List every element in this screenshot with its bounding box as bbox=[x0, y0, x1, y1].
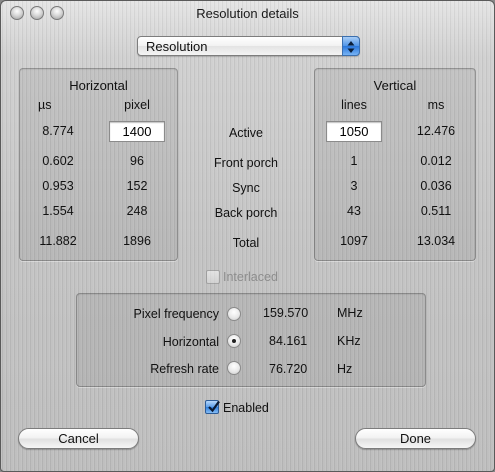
resolution-details-window: Resolution details Resolution Horizontal… bbox=[0, 0, 495, 472]
v-front-lines: 1 bbox=[350, 154, 358, 168]
row-label-front-porch: Front porch bbox=[214, 156, 278, 170]
pixel-frequency-radio[interactable] bbox=[227, 307, 241, 321]
refresh-rate-value: 76.720 bbox=[269, 362, 308, 376]
v-sync-ms: 0.036 bbox=[420, 179, 452, 193]
row-label-back-porch: Back porch bbox=[214, 206, 278, 220]
horizontal-frequency-radio[interactable] bbox=[227, 334, 241, 348]
h-front-us: 0.602 bbox=[42, 154, 74, 168]
enabled-label: Enabled bbox=[223, 401, 269, 415]
pixel-frequency-unit: MHz bbox=[337, 306, 363, 320]
horizontal-us-header: µs bbox=[38, 98, 52, 112]
pixel-frequency-label: Pixel frequency bbox=[133, 307, 219, 321]
vertical-lines-header: lines bbox=[341, 98, 367, 112]
vertical-title: Vertical bbox=[373, 78, 417, 93]
v-sync-lines: 3 bbox=[350, 179, 358, 193]
horizontal-frequency-label: Horizontal bbox=[162, 335, 219, 349]
horizontal-frequency-value: 84.161 bbox=[269, 334, 308, 348]
v-active-lines-field[interactable]: 1050 bbox=[326, 121, 382, 142]
done-button[interactable]: Done bbox=[355, 428, 476, 449]
v-back-lines: 43 bbox=[347, 204, 361, 218]
cancel-button[interactable]: Cancel bbox=[18, 428, 139, 449]
refresh-rate-radio[interactable] bbox=[227, 361, 241, 375]
checkmark-icon bbox=[208, 400, 220, 413]
interlaced-label: Interlaced bbox=[223, 270, 278, 284]
h-sync-us: 0.953 bbox=[42, 179, 74, 193]
h-front-pixel: 96 bbox=[130, 154, 144, 168]
refresh-rate-unit: Hz bbox=[337, 362, 353, 376]
h-total-pixel: 1896 bbox=[123, 234, 151, 248]
title-bar: Resolution details bbox=[1, 1, 494, 25]
h-active-us: 8.774 bbox=[42, 124, 74, 138]
interlaced-checkbox[interactable] bbox=[206, 270, 220, 284]
horizontal-frequency-unit: KHz bbox=[337, 334, 361, 348]
row-label-active: Active bbox=[228, 126, 264, 140]
vertical-ms-header: ms bbox=[427, 98, 445, 112]
horizontal-title: Horizontal bbox=[69, 78, 128, 93]
updown-arrows-icon bbox=[342, 36, 360, 56]
row-label-total: Total bbox=[232, 236, 260, 250]
window-title: Resolution details bbox=[196, 6, 299, 21]
enabled-checkbox[interactable] bbox=[205, 400, 220, 414]
h-total-us: 11.882 bbox=[39, 234, 77, 248]
resolution-popup-button[interactable]: Resolution bbox=[137, 36, 360, 56]
popup-selected-value: Resolution bbox=[146, 39, 208, 54]
v-total-lines: 1097 bbox=[340, 234, 368, 248]
v-active-ms: 12.476 bbox=[416, 124, 456, 138]
horizontal-pixel-header: pixel bbox=[124, 98, 150, 112]
h-sync-pixel: 152 bbox=[126, 179, 148, 193]
v-back-ms: 0.511 bbox=[420, 204, 452, 218]
row-label-sync: Sync bbox=[232, 181, 260, 195]
h-back-us: 1.554 bbox=[42, 204, 74, 218]
h-active-pixel-field[interactable]: 1400 bbox=[109, 121, 165, 142]
v-total-ms: 13.034 bbox=[416, 234, 456, 248]
h-back-pixel: 248 bbox=[126, 204, 148, 218]
pixel-frequency-value: 159.570 bbox=[263, 306, 309, 320]
v-front-ms: 0.012 bbox=[420, 154, 452, 168]
refresh-rate-label: Refresh rate bbox=[150, 362, 219, 376]
